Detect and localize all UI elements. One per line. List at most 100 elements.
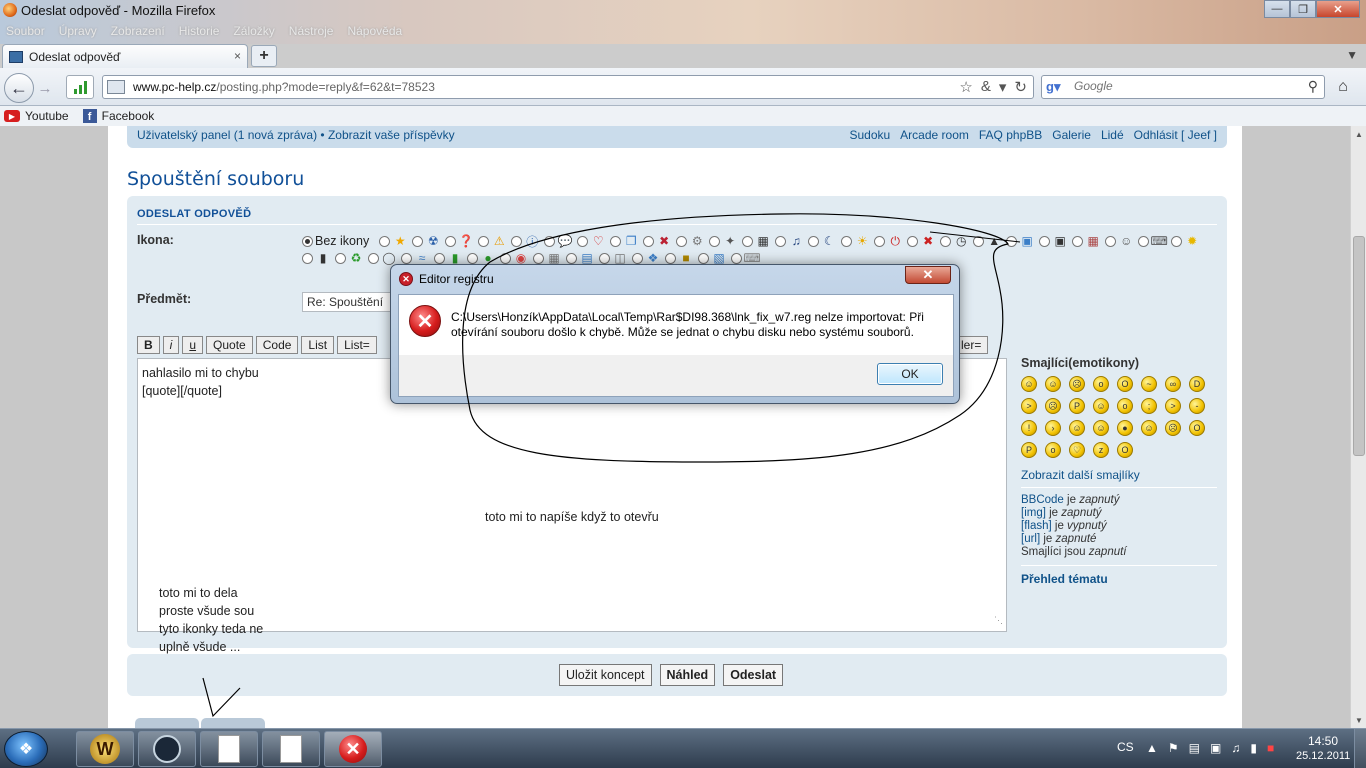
flash-link[interactable]: [flash] xyxy=(1021,520,1052,532)
icon-option[interactable]: ◉ xyxy=(500,251,529,265)
tongue-icon[interactable]: P xyxy=(1069,398,1085,414)
taskbar-wow[interactable]: W xyxy=(76,731,134,767)
icon-option[interactable]: ◫ xyxy=(599,251,628,265)
embarrassed-icon[interactable]: ☺ xyxy=(1093,398,1109,414)
eek-icon[interactable]: O xyxy=(1117,376,1133,392)
bomb-icon[interactable]: ● xyxy=(1117,420,1133,436)
cool-icon[interactable]: ∞ xyxy=(1165,376,1181,392)
laugh-icon[interactable]: D xyxy=(1189,376,1205,392)
preview-button[interactable]: Náhled xyxy=(659,664,716,686)
confused-icon[interactable]: ~ xyxy=(1141,376,1157,392)
faq-link[interactable]: FAQ phpBB xyxy=(979,128,1042,142)
dialog-close-button[interactable]: ✕ xyxy=(905,266,951,284)
menu-nastroje[interactable]: Nástroje xyxy=(289,24,334,38)
scroll-thumb[interactable] xyxy=(1353,236,1365,456)
device-icon[interactable]: ▮ xyxy=(1250,741,1257,755)
taskbar-document[interactable] xyxy=(200,731,258,767)
rolleyes-icon[interactable]: o xyxy=(1117,398,1133,414)
idea-icon[interactable]: ! xyxy=(1021,420,1037,436)
gallery-link[interactable]: Galerie xyxy=(1052,128,1091,142)
icon-option[interactable]: ❖ xyxy=(632,251,661,265)
icon-option[interactable]: ♻ xyxy=(335,251,364,265)
ampersand-icon[interactable]: & xyxy=(981,78,991,96)
site-identity-icon[interactable] xyxy=(107,80,125,94)
icon-option[interactable]: ✦ xyxy=(709,234,738,248)
tab-attachments[interactable] xyxy=(201,718,265,728)
icon-option[interactable]: ⌨ xyxy=(1138,234,1168,248)
signal-icon[interactable] xyxy=(66,75,94,99)
topic-review-link[interactable]: Přehled tématu xyxy=(1021,565,1217,586)
taskbar-document[interactable] xyxy=(262,731,320,767)
icon-option[interactable]: ■ xyxy=(665,251,694,265)
tab-close-icon[interactable]: × xyxy=(234,49,241,63)
menu-historie[interactable]: Historie xyxy=(179,24,220,38)
angry-icon[interactable]: ☹ xyxy=(1045,398,1061,414)
icon-option[interactable]: ❐ xyxy=(610,234,639,248)
icon-option-none[interactable]: Bez ikony xyxy=(302,234,375,248)
icon-option[interactable]: ▧ xyxy=(698,251,727,265)
back-button[interactable]: ← xyxy=(4,73,34,103)
dropdown-icon[interactable]: ▾ xyxy=(999,78,1007,96)
icon-option[interactable]: ☾ xyxy=(808,234,837,248)
mad-icon[interactable]: > xyxy=(1021,398,1037,414)
bookmark-facebook[interactable]: f Facebook xyxy=(82,109,154,123)
icon-option[interactable]: ⏻ xyxy=(874,234,903,248)
icon-option[interactable]: ▮ xyxy=(302,251,331,265)
list-button[interactable]: List xyxy=(301,336,335,354)
menu-napoveda[interactable]: Nápověda xyxy=(347,24,402,38)
ordered-list-button[interactable]: List= xyxy=(337,336,377,354)
menu-zobrazeni[interactable]: Zobrazení xyxy=(111,24,165,38)
icon-option[interactable]: ▦ xyxy=(1072,234,1101,248)
speaker-icon[interactable]: ♫ xyxy=(1231,741,1240,755)
icon-option[interactable]: ◯ xyxy=(368,251,397,265)
forward-button[interactable]: → xyxy=(34,77,56,99)
close-window-button[interactable]: ✕ xyxy=(1316,0,1360,18)
icon-option[interactable]: ▲ xyxy=(973,234,1002,248)
smile-icon[interactable]: ☺ xyxy=(1045,376,1061,392)
start-button[interactable]: ❖ xyxy=(4,731,48,767)
url-link[interactable]: [url] xyxy=(1021,533,1040,545)
icon-option[interactable]: ⚙ xyxy=(676,234,705,248)
people-link[interactable]: Lidé xyxy=(1101,128,1124,142)
icon-option[interactable]: ⚠ xyxy=(478,234,507,248)
taskbar-clock[interactable]: 14:50 25.12.2011 xyxy=(1296,734,1350,764)
icon-option[interactable]: ⓘ xyxy=(511,234,540,249)
surprised-icon[interactable]: o xyxy=(1093,376,1109,392)
whistle-icon[interactable]: o xyxy=(1045,442,1061,458)
language-indicator[interactable]: CS xyxy=(1117,740,1134,754)
icon-option[interactable]: ☀ xyxy=(841,234,870,248)
icon-option[interactable]: ❓ xyxy=(445,234,474,248)
ok-button[interactable]: OK xyxy=(877,363,943,385)
icon-option[interactable]: ▤ xyxy=(566,251,595,265)
menu-soubor[interactable]: Soubor xyxy=(6,24,45,38)
icon-option[interactable]: ▣ xyxy=(1006,234,1035,248)
italic-button[interactable]: i xyxy=(162,336,180,354)
icon-option[interactable]: ⌨ xyxy=(731,251,761,265)
sleep-icon[interactable]: z xyxy=(1093,442,1109,458)
icon-option[interactable]: ◷ xyxy=(940,234,969,248)
arcade-link[interactable]: Arcade room xyxy=(900,128,969,142)
url-text[interactable]: www.pc-help.cz/posting.php?mode=reply&f=… xyxy=(133,80,435,94)
logout-link[interactable]: Odhlásit [ Jeef ] xyxy=(1134,128,1217,142)
evil-icon[interactable]: > xyxy=(1165,398,1181,414)
love-icon[interactable]: ♡ xyxy=(1069,442,1085,458)
icon-option[interactable]: ★ xyxy=(379,234,408,248)
star-icon[interactable]: ☆ xyxy=(959,78,972,96)
smile-icon[interactable]: ☺ xyxy=(1021,376,1037,392)
taskbar-steam[interactable] xyxy=(138,731,196,767)
taskbar-registry-error[interactable]: ✕ xyxy=(324,731,382,767)
icon-option[interactable]: ▦ xyxy=(742,234,771,248)
search-bar[interactable]: g▾ ⚲ xyxy=(1041,75,1325,99)
minimize-button[interactable]: — xyxy=(1264,0,1290,18)
icon-option[interactable]: ▮ xyxy=(434,251,463,265)
icon-option[interactable]: 💬 xyxy=(544,234,573,248)
underline-button[interactable]: u xyxy=(182,336,204,354)
antivirus-icon[interactable]: ■ xyxy=(1267,741,1274,755)
icon-option[interactable]: ≈ xyxy=(401,251,430,265)
tab-odeslat-odpoved[interactable]: Odeslat odpověď × xyxy=(2,44,248,68)
submit-button[interactable]: Odeslat xyxy=(723,664,784,686)
maximize-button[interactable]: ❐ xyxy=(1290,0,1316,18)
devil-icon[interactable]: ☺ xyxy=(1141,420,1157,436)
icon-option[interactable]: ♡ xyxy=(577,234,606,248)
bold-button[interactable]: B xyxy=(137,336,160,354)
